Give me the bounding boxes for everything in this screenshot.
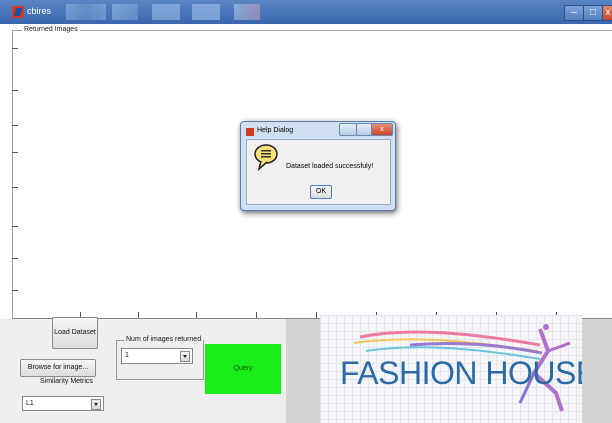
returned-images-label: Returned Images (22, 26, 80, 33)
axis-tick (12, 258, 18, 259)
dialog-message: Dataset loaded successfuly! (286, 163, 374, 170)
window-titlebar: cbires – □ x (0, 0, 612, 24)
matlab-app-icon (12, 6, 24, 18)
maximize-button[interactable]: □ (583, 5, 603, 21)
axis-tick (12, 187, 18, 188)
titlebar-blur-shape (192, 4, 220, 20)
dialog-title: Help Dialog (257, 127, 294, 134)
fashion-house-logo: FASHION HOUSE (320, 315, 582, 423)
window-title: cbires (27, 6, 52, 16)
titlebar-blur-shape (152, 4, 180, 20)
help-speech-bubble-icon (254, 144, 278, 171)
similarity-metric-select[interactable]: L1 (22, 396, 104, 411)
dialog-maximize-button[interactable] (356, 123, 372, 136)
similarity-metrics-label: Similarity Metrics (40, 378, 93, 385)
chevron-down-icon[interactable] (180, 351, 190, 362)
dialog-close-button[interactable]: x (371, 123, 393, 136)
close-button[interactable]: x (602, 5, 612, 21)
dialog-minimize-button[interactable] (339, 123, 357, 136)
axis-tick (12, 290, 18, 291)
titlebar-blur-shape (112, 4, 138, 20)
axis-tick (12, 48, 18, 49)
axis-tick (12, 152, 18, 153)
load-dataset-button[interactable]: Load Dataset (52, 317, 98, 349)
axis-tick (12, 226, 18, 227)
similarity-metric-value: L1 (26, 400, 34, 407)
titlebar-blur-shape (234, 4, 260, 20)
axis-tick (12, 90, 18, 91)
matlab-app-icon (246, 128, 254, 136)
ok-button[interactable]: OK (310, 185, 332, 199)
minimize-button[interactable]: – (564, 5, 584, 21)
query-button[interactable]: Query (205, 344, 281, 394)
help-dialog: Help Dialog x Dataset loaded successfuly… (240, 121, 396, 211)
titlebar-blur-shape (66, 4, 106, 20)
dialog-body: Dataset loaded successfuly! OK (246, 139, 391, 205)
chevron-down-icon[interactable] (91, 399, 101, 410)
browse-for-image-button[interactable]: Browse for image... (20, 359, 96, 377)
num-images-group-label: Num of images returned (124, 336, 204, 343)
axis-tick (12, 125, 18, 126)
logo-text: FASHION HOUSE (340, 355, 582, 391)
num-images-select[interactable]: 1 (121, 348, 193, 364)
num-images-value: 1 (125, 352, 129, 359)
